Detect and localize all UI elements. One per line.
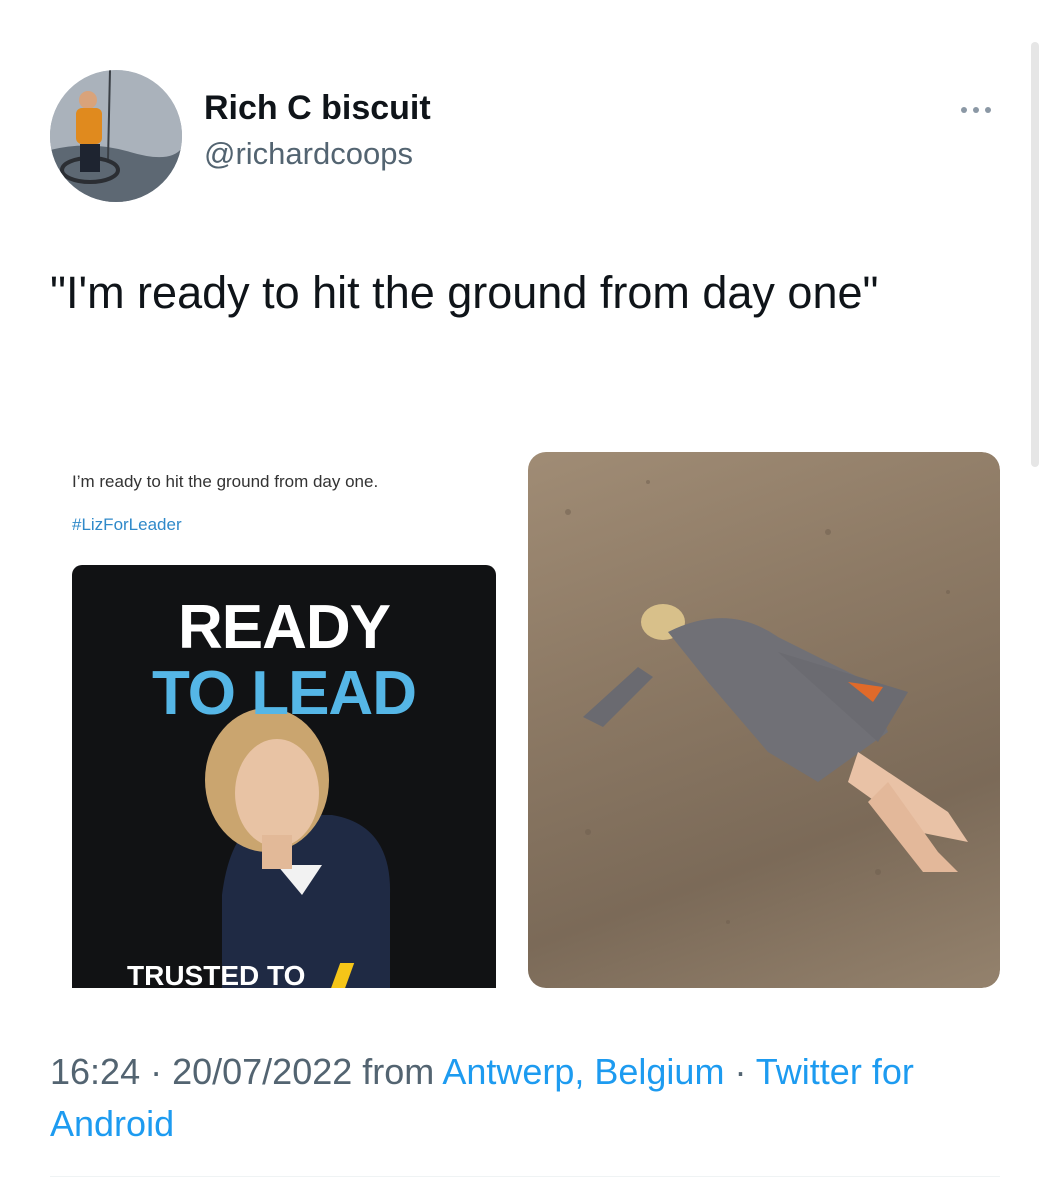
meta-separator-2: ·: [724, 1051, 756, 1092]
from-label: from: [352, 1051, 443, 1092]
embedded-tweet-text: I’m ready to hit the ground from day one…: [72, 472, 379, 491]
location-link[interactable]: Antwerp, Belgium: [442, 1051, 724, 1092]
avatar[interactable]: [50, 70, 182, 202]
avatar-photo: [50, 70, 182, 202]
tweet-media[interactable]: I’m ready to hit the ground from day one…: [50, 452, 1000, 988]
user-handle[interactable]: @richardcoops: [204, 132, 431, 176]
tweet-text: "I'm ready to hit the ground from day on…: [50, 267, 879, 318]
tweet-date[interactable]: 20/07/2022: [172, 1051, 352, 1092]
media-image-left[interactable]: I’m ready to hit the ground from day one…: [50, 452, 520, 988]
scrollbar[interactable]: [1031, 42, 1039, 467]
poster-footer-text: TRUSTED TO: [127, 960, 306, 988]
tweet-time[interactable]: 16:24: [50, 1051, 140, 1092]
author-block[interactable]: Rich C biscuit @richardcoops: [204, 86, 431, 176]
more-dots-icon: [961, 107, 991, 113]
poster-headline-ready: READY: [177, 593, 391, 662]
display-name[interactable]: Rich C biscuit: [204, 86, 431, 130]
campaign-poster: READY TO LEAD TRUSTED TO: [72, 565, 496, 988]
divider: [50, 1176, 1000, 1177]
tweet-timestamp: 16:24 · 20/07/2022 from Antwerp, Belgium…: [50, 1046, 990, 1150]
meta-separator: ·: [140, 1051, 173, 1092]
poster-headline-lead: TO LEAD: [152, 659, 417, 728]
woman-lying-on-ground-photo: [565, 480, 968, 924]
embedded-hashtag: #LizForLeader: [72, 515, 182, 534]
more-options-button[interactable]: [955, 100, 997, 120]
media-image-right[interactable]: [528, 452, 1000, 988]
